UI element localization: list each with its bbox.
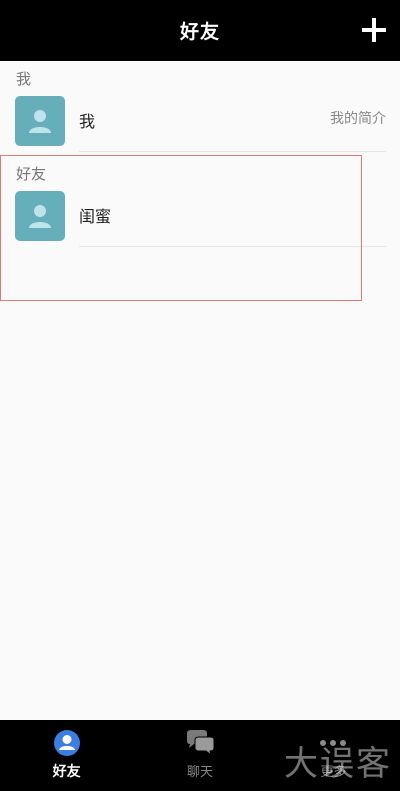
list-item-me[interactable]: 我 我的简介 bbox=[0, 90, 400, 152]
chat-bubbles-icon bbox=[185, 729, 215, 757]
section-header-me: 我 bbox=[16, 70, 32, 88]
plus-icon bbox=[362, 18, 386, 42]
contact-name: 我 bbox=[79, 112, 96, 131]
person-circle-icon bbox=[52, 729, 82, 757]
person-icon bbox=[29, 110, 51, 133]
avatar bbox=[15, 96, 65, 146]
annotation-highlight-box bbox=[0, 155, 362, 301]
tab-friends[interactable]: 好友 bbox=[0, 720, 133, 791]
watermark-text: 大误客 bbox=[284, 744, 392, 784]
bottom-nav: 好友 聊天 更多 大误客 bbox=[0, 720, 400, 791]
divider bbox=[79, 151, 386, 152]
add-friend-button[interactable] bbox=[358, 14, 390, 46]
app-root: 好友 我 我 我的简介 好友 闺蜜 好友 聊天 更多 大误客 bbox=[0, 0, 400, 791]
page-title: 好友 bbox=[179, 21, 220, 43]
tab-chat[interactable]: 聊天 bbox=[133, 720, 266, 791]
profile-intro-text: 我的简介 bbox=[330, 111, 386, 127]
tab-label: 好友 bbox=[52, 764, 81, 780]
top-bar: 好友 bbox=[0, 0, 400, 61]
tab-label: 聊天 bbox=[186, 765, 213, 780]
